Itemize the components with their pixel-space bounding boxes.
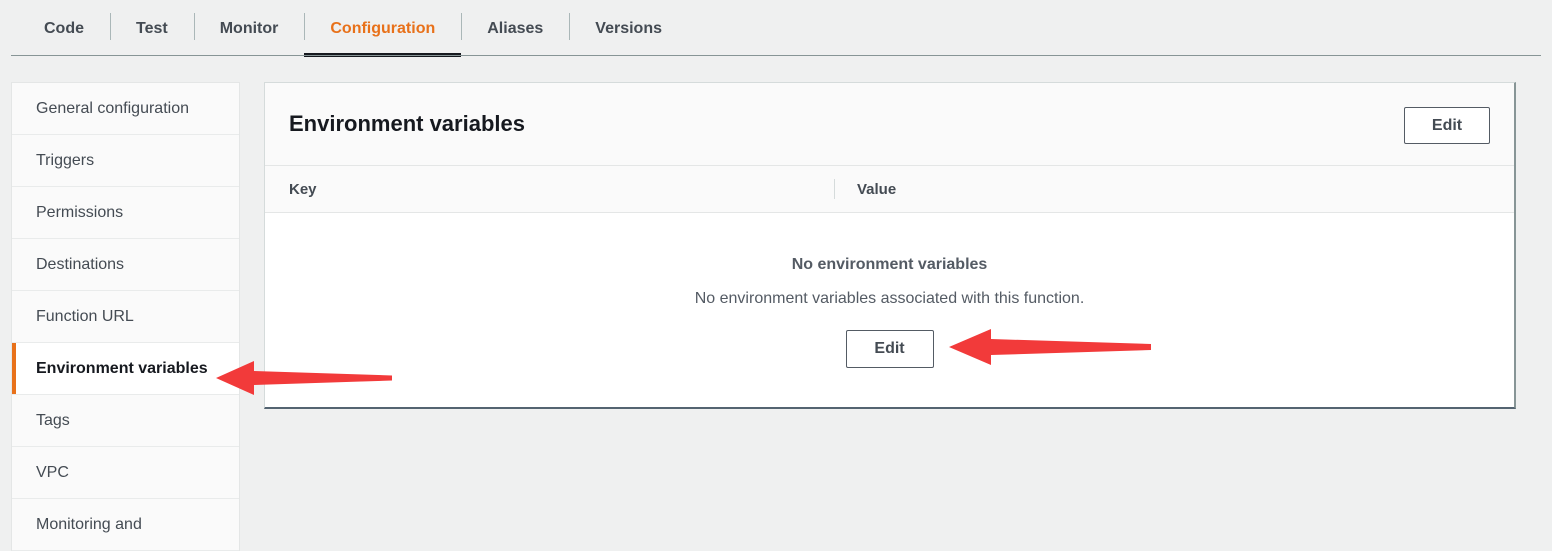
tab-label: Configuration	[330, 19, 436, 37]
sidebar-item-general-configuration[interactable]: General configuration	[12, 83, 239, 135]
tab-bar: Code Test Monitor Configuration Aliases …	[0, 0, 1552, 59]
sidebar-item-label: Destinations	[36, 255, 125, 273]
edit-button-header[interactable]: Edit	[1404, 107, 1490, 144]
column-header-key: Key	[289, 181, 317, 198]
sidebar-item-label: VPC	[36, 463, 69, 481]
sidebar-item-label: Permissions	[36, 203, 124, 221]
column-divider	[834, 179, 835, 199]
selected-indicator	[12, 343, 16, 394]
tab-test[interactable]: Test	[110, 0, 194, 57]
sidebar-item-label: Environment variables	[36, 359, 208, 377]
tab-label: Versions	[595, 19, 662, 37]
sidebar-item-label: Triggers	[36, 151, 95, 169]
empty-state-description: No environment variables associated with…	[694, 290, 1085, 307]
sidebar-item-permissions[interactable]: Permissions	[12, 187, 239, 239]
tab-bar-divider	[11, 55, 1541, 56]
environment-variables-panel: Environment variables Edit Key Value No …	[264, 82, 1516, 409]
sidebar-item-label: Tags	[36, 411, 70, 429]
tab-monitor[interactable]: Monitor	[193, 0, 305, 57]
sidebar-item-environment-variables[interactable]: Environment variables	[12, 343, 239, 395]
edit-button-empty-state[interactable]: Edit	[845, 330, 934, 368]
sidebar-item-label: Function URL	[36, 307, 134, 325]
sidebar-item-monitoring-and[interactable]: Monitoring and	[12, 499, 239, 551]
sidebar-item-triggers[interactable]: Triggers	[12, 135, 239, 187]
panel-header: Environment variables Edit	[265, 83, 1514, 166]
sidebar-item-label: Monitoring and	[36, 515, 142, 533]
tab-list: Code Test Monitor Configuration Aliases …	[18, 0, 688, 57]
sidebar-item-function-url[interactable]: Function URL	[12, 291, 239, 343]
tab-versions[interactable]: Versions	[569, 0, 688, 57]
tab-label: Monitor	[219, 19, 279, 37]
tab-label: Code	[44, 19, 84, 37]
table-body-empty-state: No environment variables No environment …	[265, 213, 1514, 407]
sidebar-item-label: General configuration	[36, 99, 189, 117]
tab-label: Aliases	[487, 19, 544, 37]
tab-aliases[interactable]: Aliases	[461, 0, 569, 57]
sidebar-item-destinations[interactable]: Destinations	[12, 239, 239, 291]
empty-state-title: No environment variables	[791, 256, 988, 273]
tab-label: Test	[136, 19, 168, 37]
column-header-value: Value	[857, 181, 897, 198]
tab-code[interactable]: Code	[18, 0, 110, 57]
table-header-row: Key Value	[265, 166, 1514, 213]
sidebar-item-vpc[interactable]: VPC	[12, 447, 239, 499]
page-title: Environment variables	[289, 111, 525, 136]
configuration-sidebar: General configuration Triggers Permissio…	[11, 82, 240, 551]
tab-configuration[interactable]: Configuration	[304, 0, 462, 57]
sidebar-item-tags[interactable]: Tags	[12, 395, 239, 447]
